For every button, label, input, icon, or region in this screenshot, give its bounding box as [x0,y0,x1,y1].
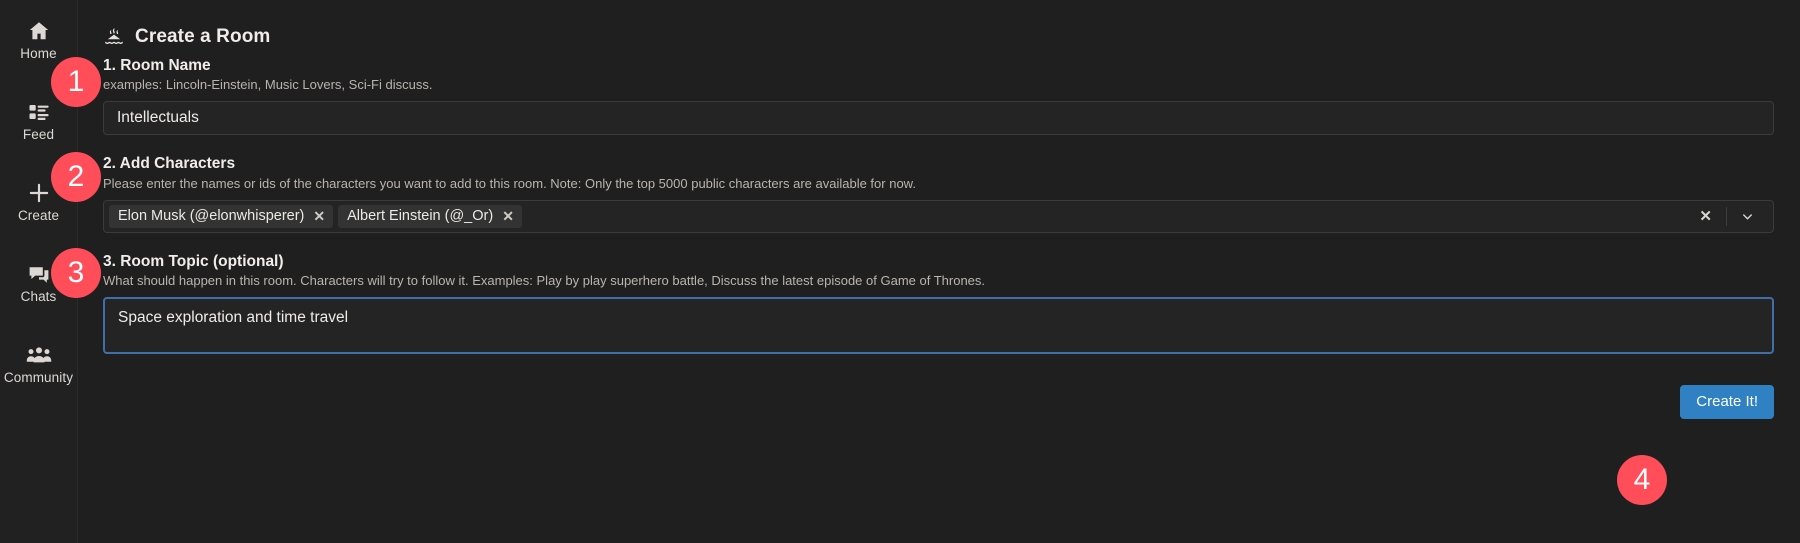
room-name-input[interactable] [103,101,1774,135]
create-it-button[interactable]: Create It! [1680,385,1774,419]
sidebar-item-community-label: Community [4,371,73,385]
add-characters-title: 2. Add Characters [103,154,1774,173]
create-room-screen: Home Feed Crea [0,0,1800,543]
sidebar-item-chats[interactable]: Chats [0,251,78,313]
character-tag[interactable]: Albert Einstein (@_Or) ✕ [338,205,522,228]
remove-character-icon[interactable]: ✕ [502,209,514,223]
room-topic-textarea[interactable] [103,297,1774,354]
chat-icon [26,261,52,287]
sidebar-item-home-label: Home [20,47,56,61]
plus-icon [26,180,52,206]
page-title: Create a Room [135,26,270,48]
remove-character-icon[interactable]: ✕ [313,209,325,223]
sidebar-item-feed-label: Feed [23,128,54,142]
room-name-hint: examples: Lincoln-Einstein, Music Lovers… [103,77,1774,94]
home-icon [26,18,52,44]
add-characters-hint: Please enter the names or ids of the cha… [103,176,1774,193]
sidebar-item-home[interactable]: Home [0,8,78,70]
room-name-title: 1. Room Name [103,56,1774,75]
sidebar: Home Feed Crea [0,0,78,543]
chevron-down-icon[interactable] [1727,209,1767,224]
section-room-topic: 3. Room Topic (optional) What should hap… [103,252,1774,359]
sidebar-item-create[interactable]: Create [0,170,78,232]
main-content: Create a Room 1. Room Name examples: Lin… [78,0,1800,543]
character-tag-list: Elon Musk (@elonwhisperer) ✕ Albert Eins… [109,205,1680,228]
feed-icon [26,99,52,125]
sidebar-item-feed[interactable]: Feed [0,89,78,151]
multiselect-actions: ✕ [1685,207,1769,226]
form-footer: Create It! [78,359,1800,419]
page-header: Create a Room [78,0,1800,56]
characters-multiselect[interactable]: Elon Musk (@elonwhisperer) ✕ Albert Eins… [103,200,1774,233]
section-room-name: 1. Room Name examples: Lincoln-Einstein,… [103,56,1774,135]
clear-all-icon[interactable]: ✕ [1685,209,1726,224]
create-room-form: 1. Room Name examples: Lincoln-Einstein,… [78,56,1800,359]
section-add-characters: 2. Add Characters Please enter the names… [103,154,1774,232]
community-icon [26,342,52,368]
room-topic-hint: What should happen in this room. Charact… [103,273,1774,290]
sidebar-item-create-label: Create [18,209,59,223]
sidebar-item-community[interactable]: Community [0,332,78,394]
character-tag-label: Albert Einstein (@_Or) [347,208,493,224]
sidebar-item-chats-label: Chats [21,290,57,304]
hot-springs-icon [103,26,125,48]
room-topic-title: 3. Room Topic (optional) [103,252,1774,271]
character-tag-label: Elon Musk (@elonwhisperer) [118,208,304,224]
character-tag[interactable]: Elon Musk (@elonwhisperer) ✕ [109,205,333,228]
